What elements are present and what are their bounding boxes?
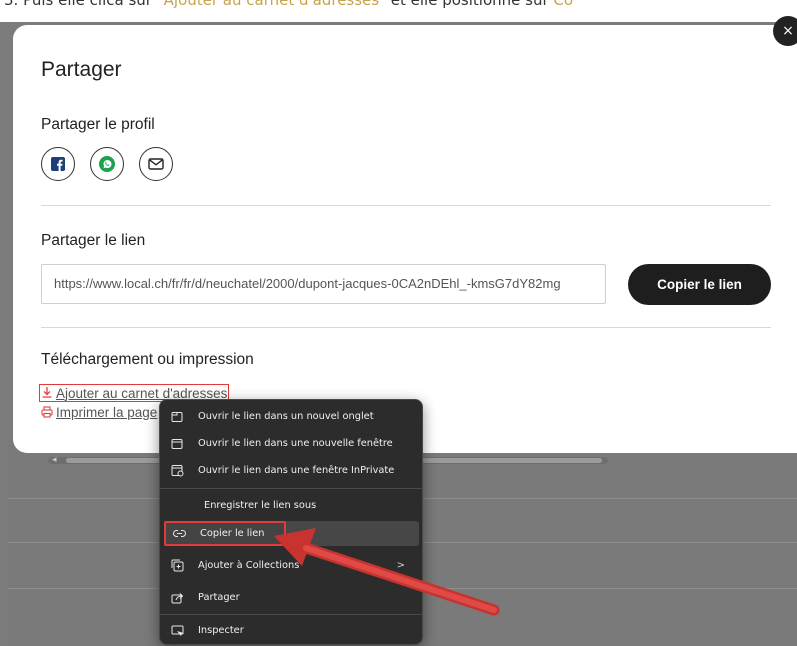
ctx-item-label: Inspecter bbox=[198, 625, 244, 636]
share-modal: Partager Partager le profil Partager le … bbox=[13, 25, 797, 453]
inspect-icon bbox=[164, 625, 190, 637]
copy-link-button[interactable]: Copier le lien bbox=[628, 264, 771, 305]
ctx-item-label: Copier le lien bbox=[200, 528, 265, 539]
ctx-save-link-as[interactable]: Enregistrer le lien sous bbox=[164, 493, 419, 518]
inprivate-icon bbox=[164, 464, 190, 477]
printer-icon bbox=[41, 405, 53, 420]
collections-icon bbox=[164, 559, 190, 572]
profile-heading: Partager le profil bbox=[41, 116, 155, 133]
share-icons-row bbox=[41, 147, 173, 181]
ctx-item-label: Ouvrir le lien dans un nouvel onglet bbox=[198, 411, 374, 422]
ctx-share[interactable]: Partager bbox=[164, 585, 419, 610]
share-icon bbox=[164, 592, 190, 604]
ctx-open-new-tab[interactable]: Ouvrir le lien dans un nouvel onglet bbox=[164, 404, 419, 429]
print-page-label: Imprimer la page bbox=[56, 405, 158, 420]
scroll-left-icon[interactable]: ◂ bbox=[52, 454, 57, 465]
ctx-item-label: Ouvrir le lien dans une fenêtre InPrivat… bbox=[198, 465, 395, 476]
ctx-open-new-window[interactable]: Ouvrir le lien dans une nouvelle fenêtre bbox=[164, 431, 419, 456]
instruction-strip: 3. Puis elle clica sur "Ajouter au carne… bbox=[0, 0, 797, 22]
ctx-item-label: Partager bbox=[198, 592, 240, 603]
close-icon[interactable]: × bbox=[773, 16, 797, 46]
email-icon[interactable] bbox=[139, 147, 173, 181]
print-page-link[interactable]: Imprimer la page bbox=[41, 405, 157, 420]
menu-separator bbox=[160, 488, 422, 489]
new-window-icon bbox=[164, 438, 190, 450]
ctx-item-label: Ouvrir le lien dans une nouvelle fenêtre bbox=[198, 438, 393, 449]
ctx-add-to-collections[interactable]: Ajouter à Collections > bbox=[164, 553, 419, 578]
ctx-copy-link[interactable]: Copier le lien bbox=[164, 521, 286, 546]
context-menu: Ouvrir le lien dans un nouvel onglet Ouv… bbox=[159, 399, 423, 645]
section-divider bbox=[41, 327, 771, 328]
link-icon bbox=[166, 529, 192, 538]
new-tab-icon bbox=[164, 411, 190, 423]
chevron-right-icon: > bbox=[396, 560, 405, 571]
modal-title: Partager bbox=[41, 58, 122, 81]
ctx-inspect[interactable]: Inspecter bbox=[164, 618, 419, 643]
link-heading: Partager le lien bbox=[41, 232, 146, 249]
facebook-icon[interactable] bbox=[41, 147, 75, 181]
ctx-item-label: Enregistrer le lien sous bbox=[204, 500, 317, 511]
whatsapp-icon[interactable] bbox=[90, 147, 124, 181]
download-icon bbox=[41, 386, 53, 400]
ctx-item-label: Ajouter à Collections bbox=[198, 560, 300, 571]
download-heading: Téléchargement ou impression bbox=[41, 351, 254, 368]
section-divider bbox=[41, 205, 771, 206]
share-link-field[interactable]: https://www.local.ch/fr/fr/d/neuchatel/2… bbox=[41, 264, 606, 304]
ctx-open-inprivate[interactable]: Ouvrir le lien dans une fenêtre InPrivat… bbox=[164, 458, 419, 483]
instruction-text: 3. Puis elle clica sur "Ajouter au carne… bbox=[4, 0, 574, 9]
menu-separator bbox=[160, 614, 422, 615]
